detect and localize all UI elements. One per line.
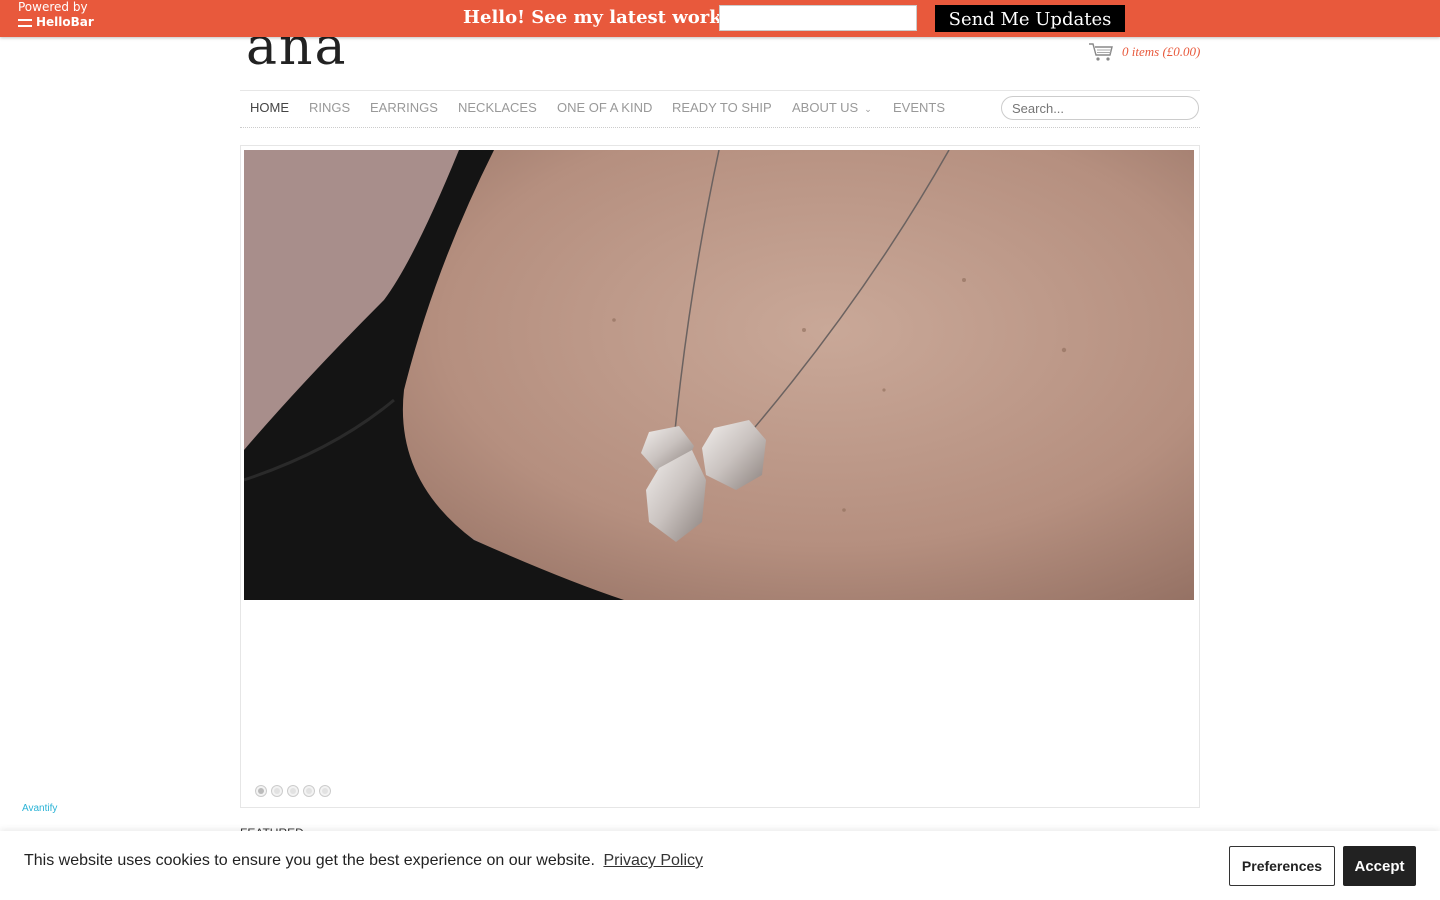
powered-by-label: Powered by — [18, 0, 88, 14]
cookie-banner: This website uses cookies to ensure you … — [0, 831, 1440, 900]
hellobar-powered-by[interactable]: Powered by HelloBar — [18, 0, 94, 30]
nav-item-necklaces[interactable]: NECKLACES — [458, 100, 537, 115]
cookie-message-wrap: This website uses cookies to ensure you … — [24, 852, 703, 870]
hellobar-message: Hello! See my latest work >> — [463, 7, 759, 28]
hellobar-brand: HelloBar — [18, 15, 94, 30]
nav-item-about-us[interactable]: ABOUT US ⌄ — [792, 100, 872, 115]
preferences-button[interactable]: Preferences — [1229, 846, 1335, 886]
nav-item-earrings[interactable]: EARRINGS — [370, 100, 438, 115]
nav-item-rings[interactable]: RINGS — [309, 100, 350, 115]
hellobar-logo-icon — [18, 18, 32, 27]
hero-slideshow — [240, 145, 1200, 808]
search-input[interactable] — [1001, 96, 1199, 120]
nav-item-one-of-a-kind[interactable]: ONE OF A KIND — [557, 100, 652, 115]
nav-item-events[interactable]: EVENTS — [893, 100, 945, 115]
slide-dot[interactable] — [271, 785, 283, 797]
privacy-policy-link[interactable]: Privacy Policy — [603, 852, 703, 869]
accept-button[interactable]: Accept — [1343, 846, 1416, 886]
nav-item-home[interactable]: HOME — [250, 100, 289, 115]
necklace-photo-image — [244, 150, 1194, 600]
main-nav: HOME RINGS EARRINGS NECKLACES ONE OF A K… — [240, 90, 1200, 128]
hellobar-email-input[interactable] — [719, 5, 917, 31]
nav-item-about-us-label: ABOUT US — [792, 100, 859, 115]
nav-item-ready-to-ship[interactable]: READY TO SHIP — [672, 100, 772, 115]
cart-summary: 0 items (£0.00) — [1122, 44, 1201, 59]
slide-dot[interactable] — [287, 785, 299, 797]
hellobar-brand-label: HelloBar — [36, 15, 94, 29]
shopping-cart-icon — [1089, 43, 1113, 61]
slide-pagination — [255, 785, 331, 797]
cart-link[interactable]: 0 items (£0.00) — [1088, 42, 1200, 62]
send-updates-button[interactable]: Send Me Updates — [935, 5, 1125, 32]
slide-dot[interactable] — [319, 785, 331, 797]
hellobar: Powered by HelloBar Hello! See my latest… — [0, 0, 1440, 37]
slide-dot[interactable] — [303, 785, 315, 797]
hero-slide-image[interactable] — [244, 150, 1194, 600]
chevron-down-icon: ⌄ — [864, 104, 872, 114]
cookie-message: This website uses cookies to ensure you … — [24, 852, 595, 869]
slide-dot[interactable] — [255, 785, 267, 797]
avantify-link[interactable]: Avantify — [22, 803, 57, 814]
